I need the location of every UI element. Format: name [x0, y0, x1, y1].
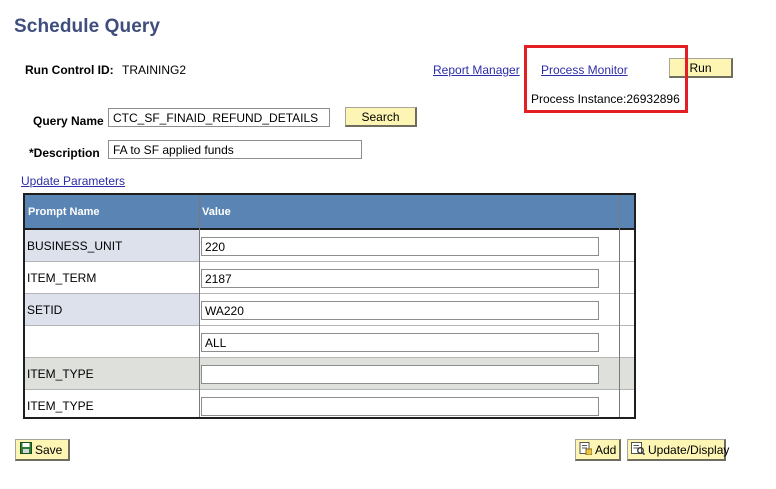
query-name-label: Query Name — [33, 114, 104, 128]
page-title: Schedule Query — [14, 16, 161, 37]
description-field[interactable] — [108, 140, 362, 159]
prompt-value-field[interactable]: WA220 — [201, 301, 599, 320]
highlight-box — [524, 45, 688, 113]
table-row: SETID WA220 — [25, 294, 634, 326]
run-button-label: Run — [689, 60, 712, 75]
search-button-label: Search — [361, 109, 400, 124]
table-row: ALL — [25, 326, 634, 358]
table-row: ITEM_TYPE — [25, 358, 634, 390]
update-display-icon — [631, 441, 646, 458]
update-display-button[interactable]: Update/Display — [627, 439, 730, 461]
prompt-value-field[interactable] — [201, 397, 599, 416]
run-control-label: Run Control ID: — [25, 63, 114, 77]
column-divider — [619, 195, 620, 417]
run-control-value: TRAINING2 — [122, 63, 187, 77]
prompt-name-cell: SETID — [25, 294, 199, 325]
add-button[interactable]: Add — [575, 439, 621, 461]
update-display-button-label: Update/Display — [648, 442, 730, 457]
prompt-name-cell: ITEM_TERM — [25, 262, 199, 293]
table-row: BUSINESS_UNIT 220 — [25, 230, 634, 262]
table-row: ITEM_TYPE — [25, 390, 634, 417]
prompt-grid: Prompt Name Value BUSINESS_UNIT 220 ITEM… — [23, 193, 636, 419]
prompt-value-field[interactable] — [201, 365, 599, 384]
update-parameters-link[interactable]: Update Parameters — [21, 174, 125, 188]
search-button[interactable]: Search — [345, 107, 417, 127]
save-button[interactable]: Save — [15, 439, 70, 461]
add-icon — [579, 441, 593, 458]
prompt-name-cell: ITEM_TYPE — [25, 358, 199, 389]
save-button-label: Save — [35, 442, 63, 457]
add-button-label: Add — [595, 442, 617, 457]
header-value: Value — [202, 205, 231, 218]
report-manager-link[interactable]: Report Manager — [433, 63, 520, 77]
header-prompt-name: Prompt Name — [28, 205, 100, 218]
description-label: *Description — [29, 146, 100, 160]
table-row: ITEM_TERM 2187 — [25, 262, 634, 294]
grid-header: Prompt Name Value — [25, 195, 634, 230]
prompt-value-field[interactable]: 220 — [201, 237, 599, 256]
save-icon — [20, 442, 32, 457]
prompt-name-cell: ITEM_TYPE — [25, 390, 199, 417]
prompt-value-field[interactable]: ALL — [201, 333, 599, 352]
column-divider — [199, 195, 200, 417]
query-name-field[interactable] — [108, 108, 330, 127]
prompt-value-field[interactable]: 2187 — [201, 269, 599, 288]
prompt-name-cell — [25, 326, 199, 357]
prompt-name-cell: BUSINESS_UNIT — [25, 230, 199, 261]
